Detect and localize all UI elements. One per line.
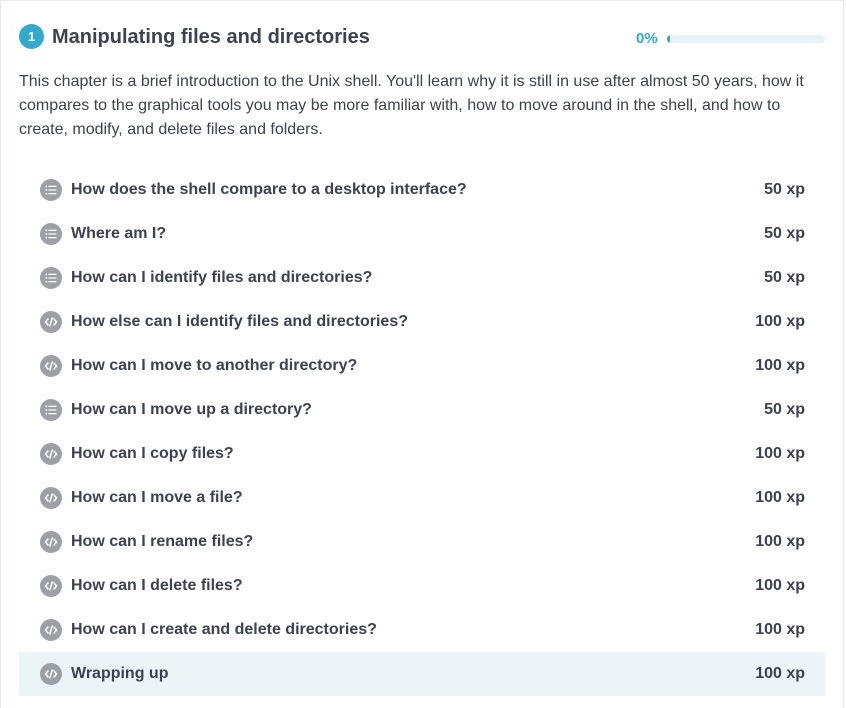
exercise-row[interactable]: How can I delete files? 100 xp — [19, 564, 825, 608]
exercise-xp: 100 xp — [755, 313, 805, 330]
exercise-row[interactable]: How can I rename files? 100 xp — [19, 520, 825, 564]
exercise-row[interactable]: How else can I identify files and direct… — [19, 300, 825, 344]
exercise-row[interactable]: How can I move a file? 100 xp — [19, 476, 825, 520]
exercise-xp: 50 xp — [764, 269, 805, 286]
exercise-xp: 100 xp — [755, 621, 805, 638]
exercise-xp: 50 xp — [764, 225, 805, 242]
code-icon — [40, 619, 62, 641]
exercise-xp: 100 xp — [755, 577, 805, 594]
exercise-title: How can I move a file? — [71, 489, 243, 506]
chapter-card: 1 Manipulating files and directories 0% … — [0, 0, 844, 708]
exercise-row[interactable]: How does the shell compare to a desktop … — [19, 168, 825, 212]
exercise-row[interactable]: How can I move up a directory? 50 xp — [19, 388, 825, 432]
exercise-xp: 50 xp — [764, 401, 805, 418]
exercise-title: How can I rename files? — [71, 533, 254, 550]
code-icon — [40, 575, 62, 597]
exercise-row[interactable]: How can I create and delete directories?… — [19, 608, 825, 652]
multiple-choice-icon — [40, 223, 62, 245]
exercise-xp: 100 xp — [755, 665, 805, 682]
exercise-title: How does the shell compare to a desktop … — [71, 181, 467, 198]
chapter-number-badge: 1 — [19, 24, 44, 49]
code-icon — [40, 311, 62, 333]
exercise-title: Wrapping up — [71, 665, 169, 682]
code-icon — [40, 531, 62, 553]
chapter-description: This chapter is a brief introduction to … — [19, 73, 804, 138]
exercise-xp: 100 xp — [755, 357, 805, 374]
chapter-title[interactable]: Manipulating files and directories — [52, 23, 370, 51]
exercise-row[interactable]: How can I copy files? 100 xp — [19, 432, 825, 476]
exercise-xp: 100 xp — [755, 489, 805, 506]
exercise-title: How can I create and delete directories? — [71, 621, 377, 638]
exercise-title: How else can I identify files and direct… — [71, 313, 408, 330]
exercise-title: How can I delete files? — [71, 577, 243, 594]
exercise-row[interactable]: How can I identify files and directories… — [19, 256, 825, 300]
exercise-xp: 100 xp — [755, 533, 805, 550]
progress-bar-fill — [667, 35, 670, 43]
progress-percentage: 0% — [636, 30, 658, 47]
exercise-xp: 100 xp — [755, 445, 805, 462]
progress-bar — [667, 35, 825, 43]
exercise-xp: 50 xp — [764, 181, 805, 198]
exercise-title: How can I identify files and directories… — [71, 269, 373, 286]
multiple-choice-icon — [40, 267, 62, 289]
chapter-header: 1 Manipulating files and directories 0% — [19, 23, 825, 51]
multiple-choice-icon — [40, 399, 62, 421]
multiple-choice-icon — [40, 179, 62, 201]
exercise-row[interactable]: Where am I? 50 xp — [19, 212, 825, 256]
code-icon — [40, 663, 62, 685]
exercise-title: Where am I? — [71, 225, 167, 242]
exercise-title: How can I move to another directory? — [71, 357, 358, 374]
code-icon — [40, 443, 62, 465]
exercise-title: How can I move up a directory? — [71, 401, 312, 418]
code-icon — [40, 355, 62, 377]
code-icon — [40, 487, 62, 509]
exercise-list: How does the shell compare to a desktop … — [19, 168, 825, 696]
exercise-row[interactable]: How can I move to another directory? 100… — [19, 344, 825, 388]
exercise-title: How can I copy files? — [71, 445, 234, 462]
exercise-row[interactable]: Wrapping up 100 xp — [19, 652, 825, 696]
